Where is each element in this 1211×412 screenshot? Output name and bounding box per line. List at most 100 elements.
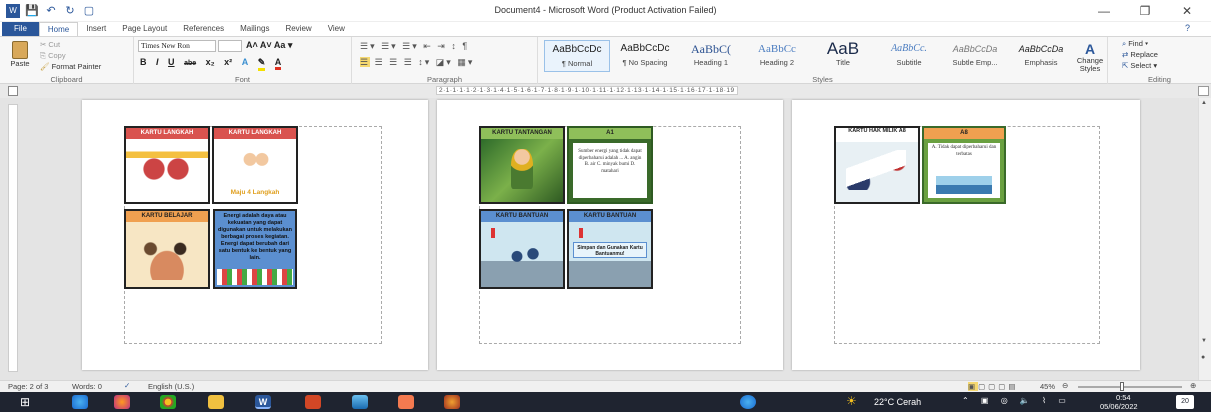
- edge-icon[interactable]: [72, 395, 88, 409]
- tab-file[interactable]: File: [2, 22, 39, 36]
- tab-mailings[interactable]: Mailings: [232, 22, 277, 36]
- style-title[interactable]: AaB Title: [810, 40, 876, 72]
- paste-button[interactable]: Paste: [8, 41, 32, 71]
- window-title: Document4 - Microsoft Word (Product Acti…: [494, 5, 717, 15]
- style-normal[interactable]: AaBbCcDc ¶ Normal: [544, 40, 610, 72]
- clock-date[interactable]: 05/06/2022: [1100, 402, 1138, 411]
- select-button[interactable]: ⇱ Select ▾: [1122, 61, 1157, 70]
- subscript-button[interactable]: x₂: [206, 57, 215, 67]
- file-explorer-icon[interactable]: [208, 395, 224, 409]
- card-hak-milik[interactable]: KARTU HAK MILIK A8: [834, 126, 920, 204]
- ribbon-tabs: File Home Insert Page Layout References …: [0, 22, 1211, 36]
- grow-font-icon[interactable]: A˄ A˅ Aa ▾: [246, 40, 292, 51]
- scroll-up-icon[interactable]: ▲: [1201, 100, 1207, 106]
- align-left-icon[interactable]: ☰: [360, 57, 371, 67]
- page-1[interactable]: KARTU LANGKAH KARTU LANGKAH Maju 4 Langk…: [82, 100, 428, 370]
- list-buttons[interactable]: ☰▾ ☰▾ ☰▾ ⇤ ⇥ ↕ ¶: [360, 41, 469, 52]
- card-a8[interactable]: A8 A. Tidak dapat diperbaharui dan terba…: [922, 126, 1006, 204]
- underline-button[interactable]: U: [168, 57, 175, 67]
- tab-selector-icon[interactable]: [8, 86, 18, 96]
- scroll-down-icon[interactable]: ▼: [1201, 338, 1207, 344]
- card-bantuan-1[interactable]: KARTU BANTUAN: [479, 209, 565, 289]
- zoom-out-icon[interactable]: ⊖: [1062, 381, 1068, 390]
- strikethrough-button[interactable]: abe: [184, 60, 196, 67]
- brush-icon: 🖌: [40, 62, 52, 71]
- clock-time[interactable]: 0:54: [1116, 393, 1131, 402]
- zoom-level[interactable]: 45%: [1040, 382, 1055, 391]
- card-bantuan-2[interactable]: KARTU BANTUAN Simpan dan Gunakan Kartu B…: [567, 209, 653, 289]
- card-langkah-1[interactable]: KARTU LANGKAH: [124, 126, 210, 204]
- game-icon[interactable]: [444, 395, 460, 409]
- paint-icon[interactable]: [398, 395, 414, 409]
- vertical-scrollbar[interactable]: ▲ ▼ ●: [1198, 98, 1211, 380]
- restore-button[interactable]: ❐: [1130, 2, 1160, 20]
- powerpoint-icon[interactable]: [305, 395, 321, 409]
- replace-button[interactable]: ⇄ Replace: [1122, 50, 1158, 59]
- weather-text[interactable]: 22°C Cerah: [874, 397, 921, 407]
- page-3[interactable]: KARTU HAK MILIK A8 A8 A. Tidak dapat dip…: [792, 100, 1140, 370]
- print-layout-icon[interactable]: ▣: [968, 382, 979, 391]
- browse-object-icon[interactable]: ●: [1201, 354, 1205, 361]
- weather-sun-icon[interactable]: ☀: [846, 394, 857, 408]
- find-button[interactable]: ⌕ Find ▾: [1122, 39, 1148, 49]
- card-a1[interactable]: A1 Sumber energi yang tidak dapat diperb…: [567, 126, 653, 204]
- language[interactable]: English (U.S.): [148, 382, 194, 391]
- help-icon[interactable]: ?: [1185, 23, 1190, 33]
- copy-button[interactable]: ⎘ Copy: [40, 51, 66, 61]
- tab-review[interactable]: Review: [277, 22, 319, 36]
- card-illustration: [126, 222, 208, 287]
- page-2[interactable]: KARTU TANTANGAN A1 Sumber energi yang ti…: [437, 100, 783, 370]
- close-button[interactable]: ✕: [1172, 2, 1202, 20]
- style-name: Emphasis: [1024, 58, 1058, 67]
- chrome-icon[interactable]: [160, 395, 176, 409]
- view-ruler-icon[interactable]: [1198, 86, 1209, 96]
- tab-home[interactable]: Home: [38, 22, 79, 36]
- style-no-spacing[interactable]: AaBbCcDc ¶ No Spacing: [612, 40, 678, 72]
- style-name: Heading 2: [759, 58, 795, 67]
- style-subtle-emphasis[interactable]: AaBbCcDa Subtle Emp...: [942, 40, 1008, 72]
- highlight-icon[interactable]: ✎: [257, 57, 266, 71]
- card-illustration: Simpan dan Gunakan Kartu Bantuanmu!: [569, 222, 651, 287]
- cut-button[interactable]: ✂ Cut: [40, 40, 60, 49]
- superscript-button[interactable]: x²: [224, 57, 232, 67]
- card-tantangan[interactable]: KARTU TANTANGAN: [479, 126, 565, 204]
- word-count[interactable]: Words: 0: [72, 382, 102, 391]
- style-subtitle[interactable]: AaBbCc. Subtitle: [876, 40, 942, 72]
- style-heading-1[interactable]: AaBbC(Heading 1: [678, 40, 744, 72]
- zoom-slider-thumb[interactable]: [1120, 382, 1124, 391]
- assistant-icon[interactable]: [740, 395, 756, 409]
- windows-start-icon[interactable]: ⊞: [20, 395, 30, 409]
- bold-button[interactable]: B: [140, 57, 147, 67]
- minimize-button[interactable]: —: [1089, 2, 1119, 20]
- change-styles-button[interactable]: A Change Styles: [1076, 41, 1104, 73]
- font-size-combo[interactable]: [218, 40, 242, 52]
- change-styles-icon: A: [1084, 41, 1096, 57]
- card-belajar[interactable]: KARTU BELAJAR: [124, 209, 210, 289]
- style-heading-2[interactable]: AaBbCc Heading 2: [744, 40, 810, 72]
- font-name-combo[interactable]: Times New Ron: [138, 40, 216, 52]
- page-count[interactable]: Page: 2 of 3: [8, 382, 48, 391]
- align-buttons[interactable]: ☰ ☰ ☰ ☰ ↕▾ ◪▾ ▦▾: [360, 57, 474, 68]
- word-taskbar-icon[interactable]: W: [255, 395, 271, 409]
- italic-button[interactable]: I: [156, 57, 159, 67]
- card-energi-info[interactable]: Energi adalah daya atau kekuatan yang da…: [213, 209, 297, 289]
- system-tray-icons[interactable]: ⌃ ▣ ◎ 🔈 ⌇ ▭: [962, 396, 1071, 405]
- tab-view[interactable]: View: [320, 22, 353, 36]
- format-painter-button[interactable]: 🖌 Format Painter: [40, 62, 101, 71]
- photos-icon[interactable]: [352, 395, 368, 409]
- tab-references[interactable]: References: [175, 22, 232, 36]
- proofing-icon[interactable]: ✓: [124, 381, 130, 390]
- ruler-marks[interactable]: 2·1·1·1·1·2·1·3·1·4·1·5·1·6·1·7·1·8·1·9·…: [436, 86, 738, 95]
- view-buttons[interactable]: ▣▢▢▢▤: [968, 382, 1018, 391]
- tab-insert[interactable]: Insert: [78, 22, 114, 36]
- tab-page-layout[interactable]: Page Layout: [114, 22, 175, 36]
- card-langkah-2[interactable]: KARTU LANGKAH Maju 4 Langkah: [212, 126, 298, 204]
- copy-label: Copy: [48, 51, 66, 60]
- zoom-slider[interactable]: [1078, 386, 1182, 388]
- firefox-icon[interactable]: [114, 395, 130, 409]
- font-color-icon[interactable]: A: [274, 57, 282, 70]
- text-effects-icon[interactable]: A: [242, 57, 249, 67]
- zoom-in-icon[interactable]: ⊕: [1190, 381, 1196, 390]
- notification-count[interactable]: 20: [1176, 395, 1194, 409]
- style-emphasis[interactable]: AaBbCcDa Emphasis: [1008, 40, 1074, 72]
